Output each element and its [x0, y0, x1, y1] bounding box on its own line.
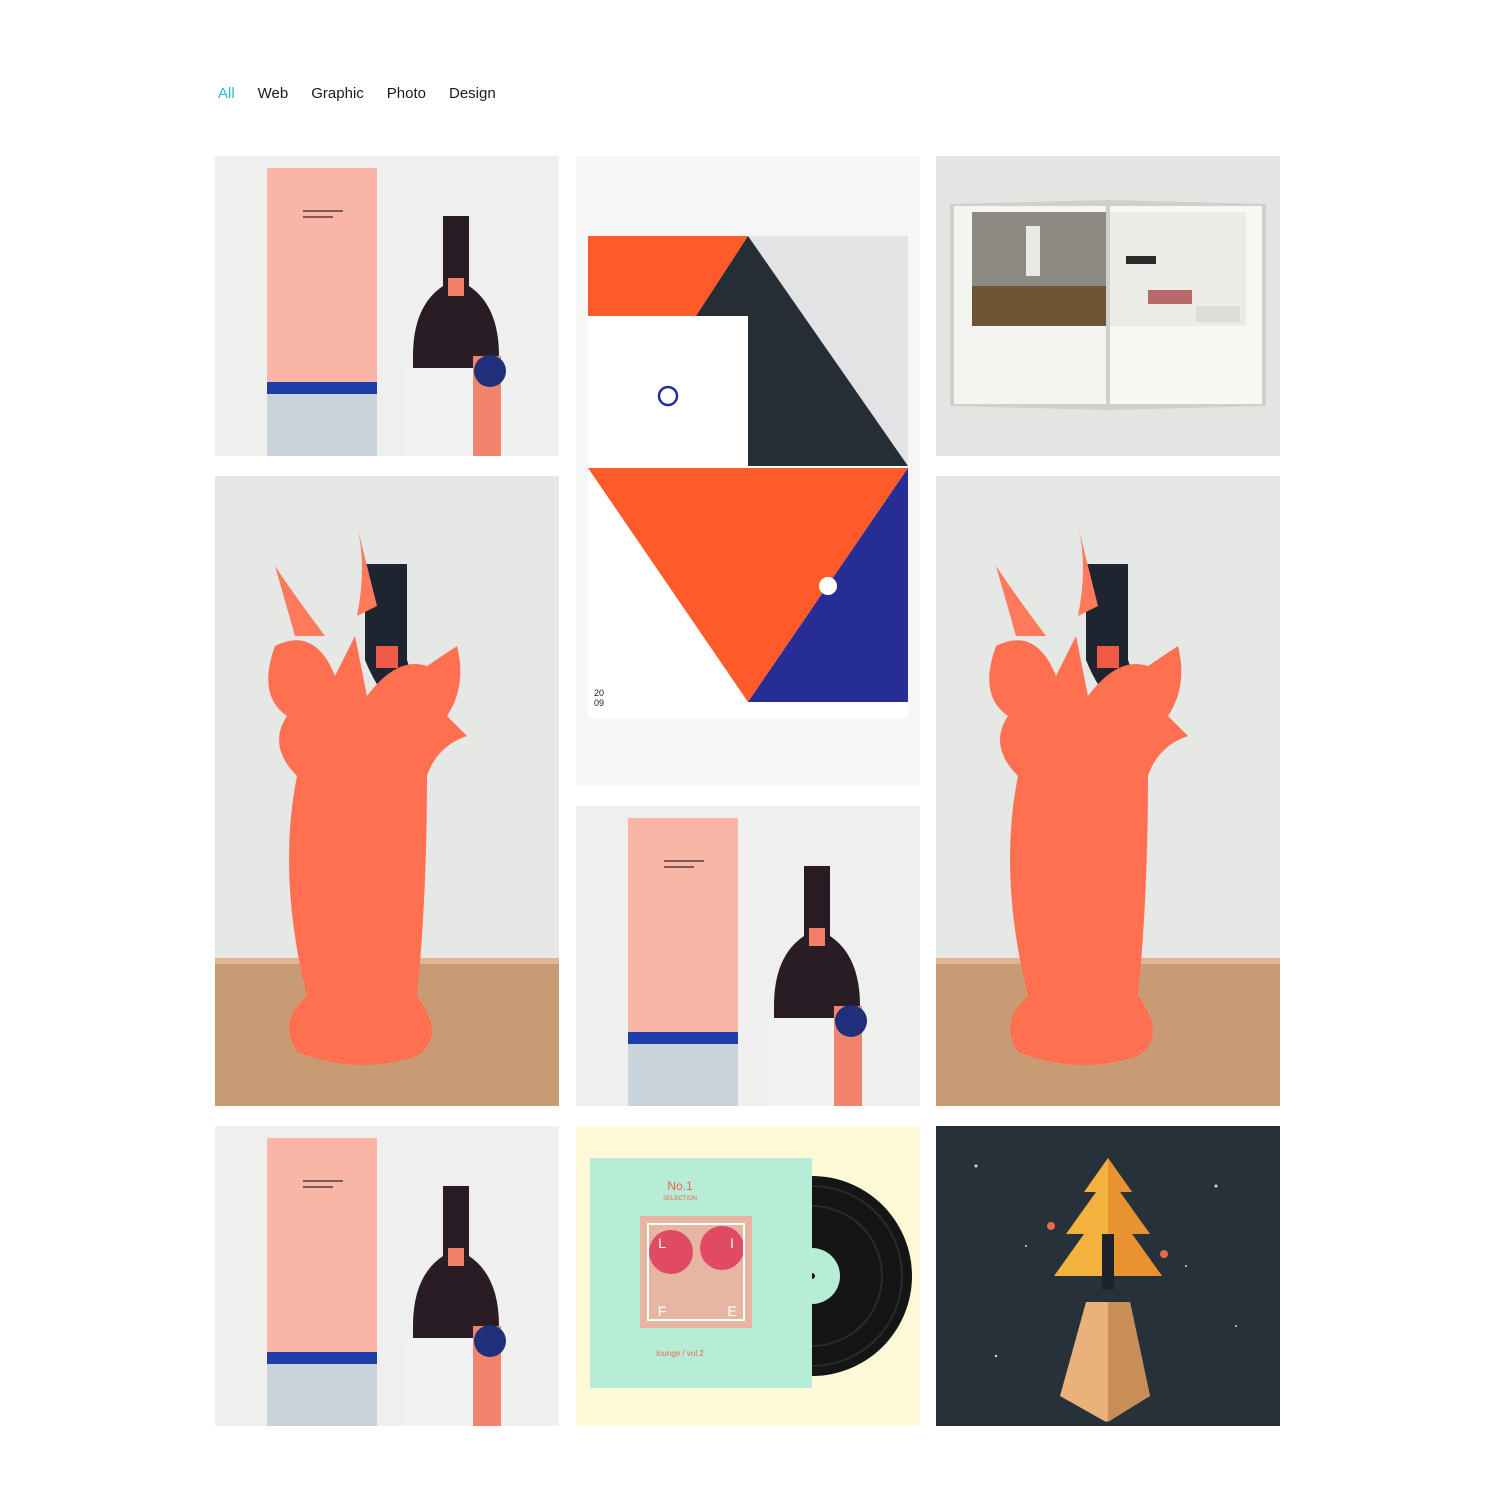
filter-web[interactable]: Web: [258, 84, 289, 104]
portfolio-item-geometric-poster[interactable]: 20 09: [576, 156, 920, 786]
filter-photo[interactable]: Photo: [387, 84, 426, 104]
vinyl-footer: lounge / vol.2: [656, 1349, 704, 1358]
poster-year-top: 20: [594, 688, 604, 698]
poster-year-bottom: 09: [594, 698, 604, 708]
filter-all[interactable]: All: [218, 84, 235, 104]
open-book-image: [936, 156, 1280, 456]
portfolio-filter-bar: All Web Graphic Photo Design: [218, 84, 519, 104]
portfolio-item-wine-tube[interactable]: [576, 806, 920, 1106]
vinyl-title: No.1: [667, 1179, 693, 1193]
vinyl-letter-i: I: [730, 1235, 734, 1251]
wine-tube-image: [215, 1126, 559, 1426]
filter-design[interactable]: Design: [449, 84, 496, 104]
wine-tube-image: [576, 806, 920, 1106]
vinyl-letter-f: F: [658, 1303, 667, 1319]
wine-tube-image: [215, 156, 559, 456]
vinyl-letter-e: E: [727, 1303, 736, 1319]
portfolio-item-wine-tube[interactable]: [215, 156, 559, 456]
portfolio-item-open-book[interactable]: [936, 156, 1280, 456]
portfolio-item-wrapped-bottle[interactable]: [936, 476, 1280, 1106]
tree-illustration-image: [936, 1126, 1280, 1426]
vinyl-subtitle: SELECTION: [663, 1196, 697, 1202]
portfolio-item-vinyl-record[interactable]: No.1 SELECTION L I F E lounge / vol.2: [576, 1126, 920, 1426]
wrapped-bottle-image: [936, 476, 1280, 1106]
vinyl-record-image: No.1 SELECTION L I F E lounge / vol.2: [576, 1126, 920, 1426]
filter-graphic[interactable]: Graphic: [311, 84, 364, 104]
wrapped-bottle-image: [215, 476, 559, 1106]
vinyl-letter-l: L: [658, 1235, 666, 1251]
geometric-poster-image: 20 09: [576, 156, 920, 786]
portfolio-item-wine-tube[interactable]: [215, 1126, 559, 1426]
portfolio-item-wrapped-bottle[interactable]: [215, 476, 559, 1106]
portfolio-item-tree-illustration[interactable]: [936, 1126, 1280, 1426]
